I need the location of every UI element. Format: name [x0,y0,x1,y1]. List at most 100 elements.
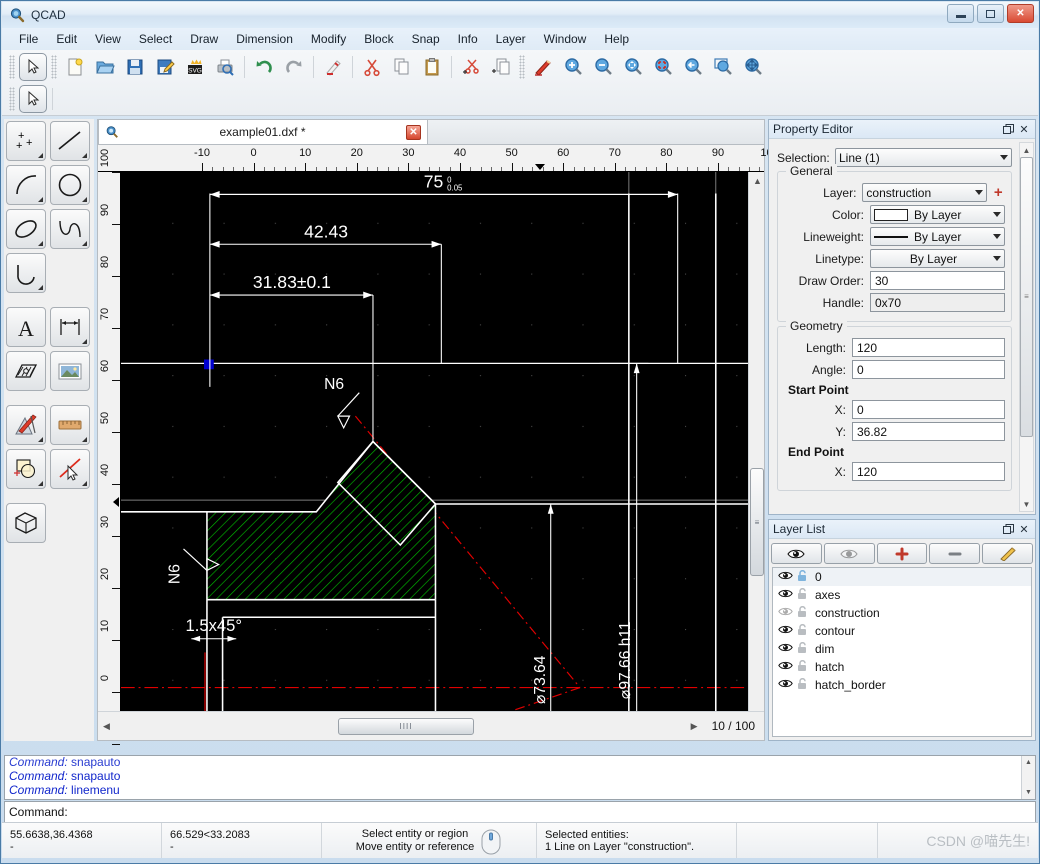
cut-with-reference-button[interactable] [457,53,485,81]
command-history[interactable]: Command: snapauto Command: snapauto Comm… [4,755,1036,800]
draw-order-field[interactable]: 30 [870,271,1005,290]
menu-snap[interactable]: Snap [403,30,449,48]
layer-list-item[interactable]: hatch [773,658,1031,676]
angle-field[interactable]: 0 [852,360,1005,379]
vertical-scroll-thumb[interactable]: ≡ [750,468,764,577]
close-layer-panel-button[interactable]: ✕ [1017,522,1031,536]
menu-draw[interactable]: Draw [181,30,227,48]
eye-open-icon[interactable] [777,588,794,602]
zoom-auto-button[interactable] [619,53,647,81]
line-tool[interactable] [50,121,90,161]
export-svg-button[interactable]: SVG [181,53,209,81]
selection-tool-button[interactable] [19,85,47,113]
start-x-field[interactable]: 0 [852,400,1005,419]
color-combo[interactable]: By Layer [870,205,1005,224]
add-layer-button[interactable] [876,543,928,564]
scroll-right-arrow[interactable]: ▶ [686,718,703,735]
cad-drawing[interactable]: 75 0 0.05 42.43 31.83±0.1 1.5x45° ⌀73.64… [121,172,748,711]
draw-line-button[interactable] [529,53,557,81]
lock-open-icon[interactable] [794,605,811,621]
maximize-button[interactable] [977,4,1004,23]
dimension-tool[interactable] [50,307,90,347]
lock-open-icon[interactable] [794,677,811,693]
lock-open-icon[interactable] [794,659,811,675]
eye-open-icon[interactable] [777,624,794,638]
history-scroll-down-arrow[interactable]: ▼ [1022,786,1035,799]
start-y-field[interactable]: 36.82 [852,422,1005,441]
menu-help[interactable]: Help [595,30,638,48]
eye-open-icon[interactable] [777,570,794,584]
hide-all-layers-button[interactable] [823,543,875,564]
toolbar-grip[interactable] [9,54,15,79]
open-file-button[interactable] [91,53,119,81]
zoom-in-button[interactable] [559,53,587,81]
canvas-vertical-scrollbar[interactable]: ▲ ≡ [748,172,764,711]
zoom-selection-button[interactable] [649,53,677,81]
layer-combo[interactable]: construction [862,183,988,202]
eye-closed-icon[interactable] [777,606,794,620]
copy-with-reference-button[interactable] [487,53,515,81]
image-tool[interactable] [50,351,90,391]
isometric-tool[interactable] [6,503,46,543]
document-tab-example01[interactable]: example01.dxf * ✕ [98,119,428,144]
cut-button[interactable] [358,53,386,81]
lock-open-icon[interactable] [794,641,811,657]
layer-list-item[interactable]: construction [773,604,1031,622]
edit-layer-button[interactable] [982,543,1033,564]
hatch-tool[interactable] [6,351,46,391]
command-line[interactable]: Command: [4,801,1036,823]
toolbar-grip-2[interactable] [51,54,57,79]
menu-layer[interactable]: Layer [487,30,535,48]
lock-open-icon[interactable] [794,569,811,585]
layer-list-item[interactable]: dim [773,640,1031,658]
menu-info[interactable]: Info [449,30,487,48]
menu-select[interactable]: Select [130,30,181,48]
eye-open-icon[interactable] [777,660,794,674]
scroll-up-arrow[interactable]: ▲ [749,172,766,189]
zoom-previous-button[interactable] [679,53,707,81]
minimize-button[interactable] [947,4,974,23]
toolbar-grip-3[interactable] [519,54,525,79]
cad-canvas[interactable]: 75 0 0.05 42.43 31.83±0.1 1.5x45° ⌀73.64… [121,172,748,711]
zoom-out-button[interactable] [589,53,617,81]
paste-button[interactable] [418,53,446,81]
erase-button[interactable] [319,53,347,81]
history-scroll-up-arrow[interactable]: ▲ [1022,756,1035,769]
length-field[interactable]: 120 [852,338,1005,357]
close-button[interactable]: ✕ [1007,4,1034,23]
property-scroll-thumb[interactable]: ≡ [1020,157,1033,437]
remove-layer-button[interactable] [929,543,981,564]
save-as-button[interactable] [151,53,179,81]
arc-tool[interactable] [6,165,46,205]
select-toolbar-grip[interactable] [9,87,15,111]
show-all-layers-button[interactable] [771,543,822,564]
measure-tool[interactable] [50,405,90,445]
zoom-window-button[interactable] [709,53,737,81]
menu-edit[interactable]: Edit [47,30,86,48]
linetype-combo[interactable]: By Layer [870,249,1005,268]
layer-list-item[interactable]: 0 [773,568,1031,586]
text-tool[interactable]: A [6,307,46,347]
select-pointer-tool[interactable] [19,52,47,81]
ellipse-tool[interactable] [6,209,46,249]
menu-file[interactable]: File [10,30,47,48]
horizontal-scroll-thumb[interactable]: IIII [337,717,475,735]
close-tab-button[interactable]: ✕ [406,124,421,140]
lock-open-icon[interactable] [794,623,811,639]
selection-combo[interactable]: Line (1) [835,148,1012,167]
horizontal-scroll-track[interactable]: IIII [115,717,686,735]
undo-button[interactable] [250,53,278,81]
spline-tool[interactable] [50,209,90,249]
save-file-button[interactable] [121,53,149,81]
info-select-tool[interactable] [50,449,90,489]
circle-tool[interactable] [50,165,90,205]
add-layer-plus-icon[interactable]: + [991,184,1005,201]
zoom-pan-button[interactable] [739,53,767,81]
layer-list-items[interactable]: 0 axes construction contour dim hatch hatch_bo… [772,567,1032,737]
property-scroll-down-arrow[interactable]: ▼ [1020,497,1033,511]
redo-button[interactable] [280,53,308,81]
snap-tool[interactable] [6,449,46,489]
print-preview-button[interactable] [211,53,239,81]
property-editor-scrollbar[interactable]: ▲ ≡ ▼ [1019,142,1034,512]
command-history-scrollbar[interactable]: ▲ ▼ [1021,756,1035,799]
